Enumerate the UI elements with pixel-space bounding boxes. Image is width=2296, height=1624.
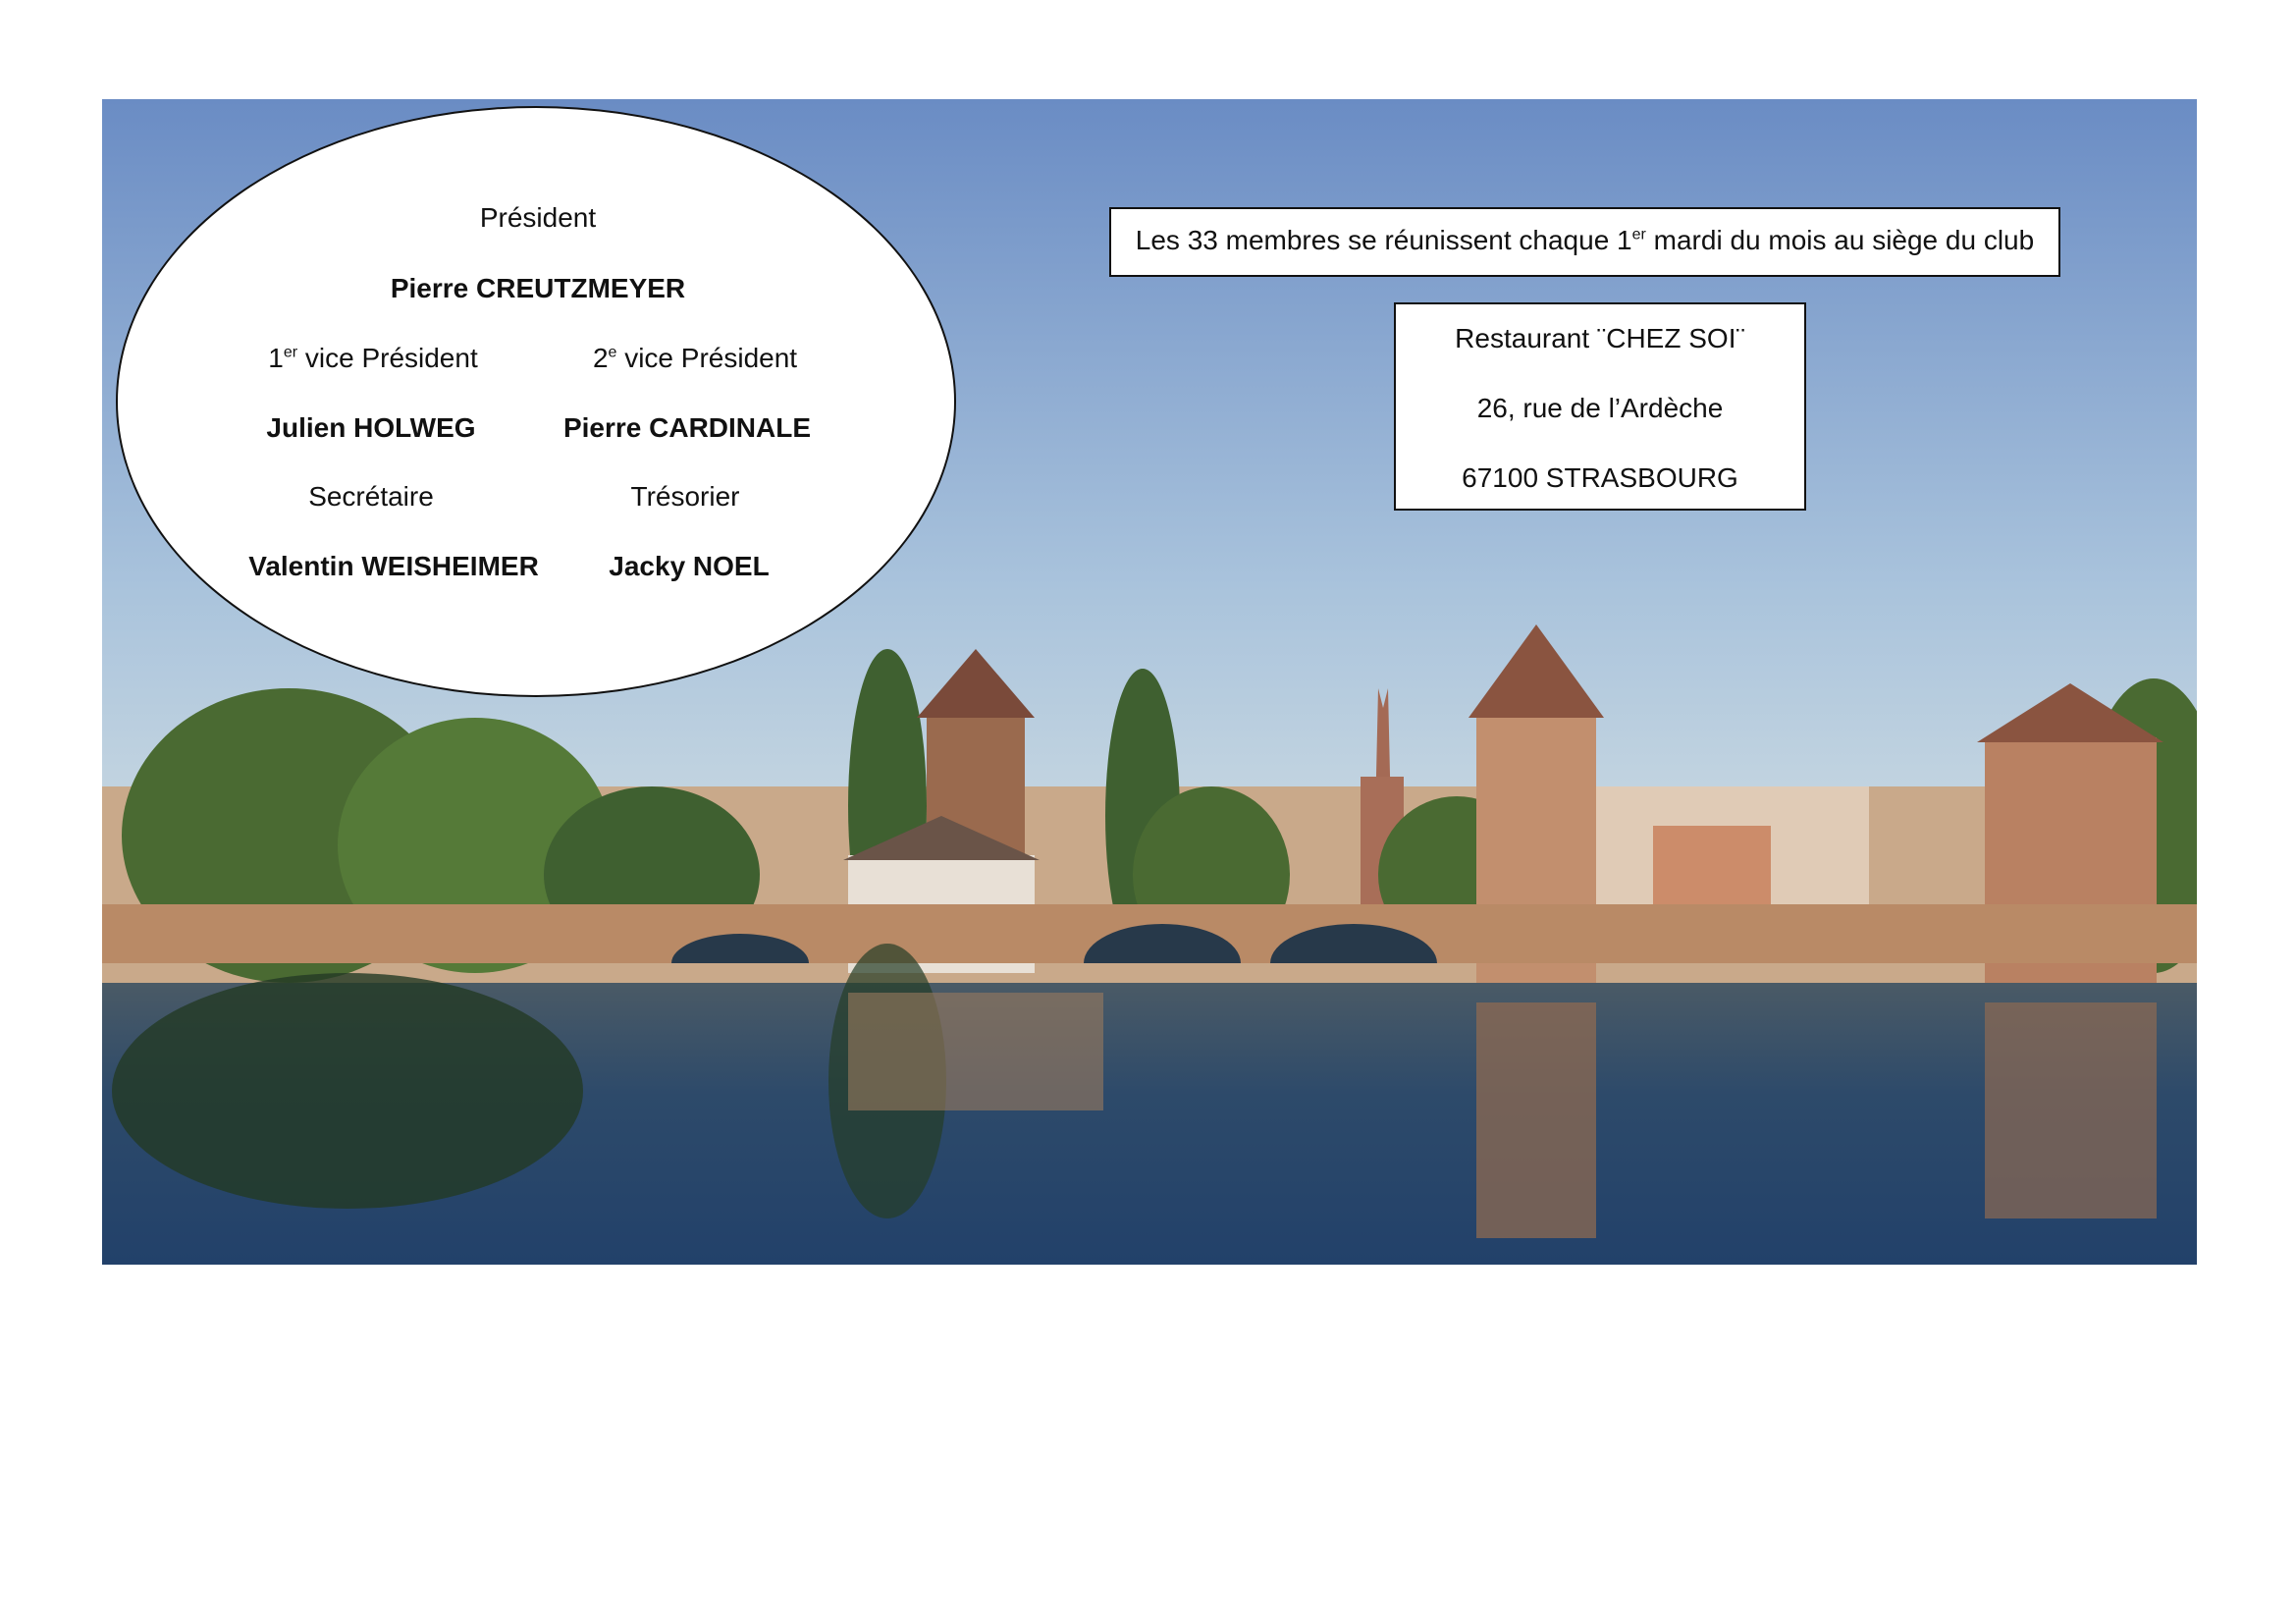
secretary-name: Valentin WEISHEIMER (248, 551, 539, 581)
president-name: Pierre CREUTZMEYER (390, 273, 686, 303)
president-title: Président (479, 202, 597, 233)
meeting-text-after: mardi du mois au siège du club (1645, 225, 2035, 255)
meeting-text-before: Les 33 membres se réunissent chaque 1 (1135, 225, 1632, 255)
vp1-name: Julien HOLWEG (266, 412, 476, 443)
officers-oval: Président Pierre CREUTZMEYER 1er vice Pr… (116, 106, 956, 697)
secretary-title: Secrétaire (308, 481, 434, 512)
vp1-title: 1er vice Président (268, 343, 478, 373)
address-box: Restaurant ¨CHEZ SOI¨ 26, rue de l’Ardèc… (1394, 302, 1806, 511)
address-line-restaurant: Restaurant ¨CHEZ SOI¨ (1455, 323, 1745, 353)
meeting-info-box: Les 33 membres se réunissent chaque 1er … (1109, 207, 2060, 277)
treasurer-name: Jacky NOEL (609, 551, 770, 581)
address-line-street: 26, rue de l’Ardèche (1476, 393, 1724, 423)
vp2-title: 2e vice Président (592, 343, 798, 373)
vp2-name: Pierre CARDINALE (562, 412, 812, 443)
treasurer-title: Trésorier (630, 481, 740, 512)
address-line-city: 67100 STRASBOURG (1462, 462, 1738, 493)
meeting-text-sup: er (1631, 226, 1646, 244)
